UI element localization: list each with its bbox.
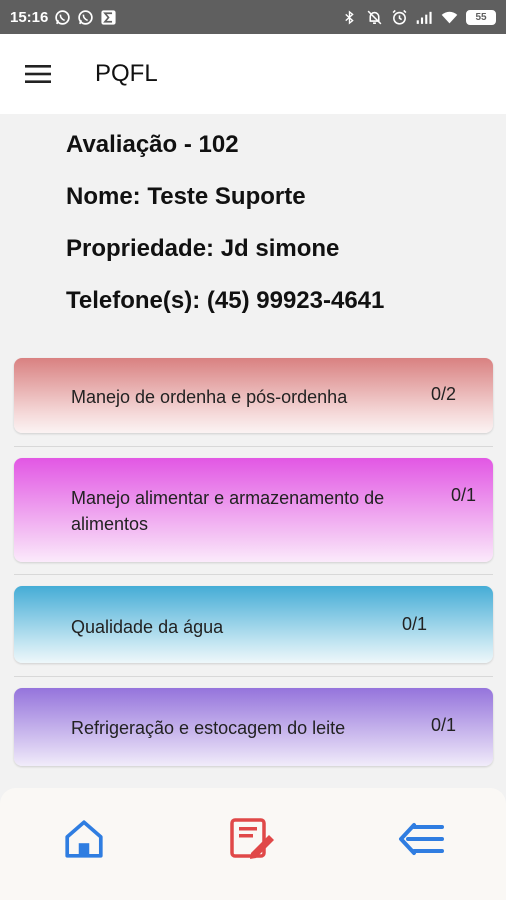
battery-icon: 55 xyxy=(466,9,496,25)
back-menu-icon xyxy=(398,823,444,855)
status-time: 15:16 xyxy=(10,8,49,26)
mute-icon xyxy=(366,9,383,26)
divider xyxy=(14,574,493,575)
category-card-milking[interactable]: Manejo de ordenha e pós-ordenha 0/2 xyxy=(14,358,493,433)
category-card-feeding[interactable]: Manejo alimentar e armazenamento de alim… xyxy=(14,458,493,562)
menu-button[interactable] xyxy=(0,34,75,114)
wifi-icon xyxy=(441,9,458,26)
whatsapp-icon xyxy=(77,9,94,26)
menu-icon xyxy=(24,65,51,83)
category-label: Refrigeração e estocagem do leite xyxy=(71,718,346,738)
category-card-refrigeration[interactable]: Refrigeração e estocagem do leite 0/1 xyxy=(14,688,493,766)
divider xyxy=(14,446,493,447)
signal-icon xyxy=(416,9,433,26)
edit-document-icon xyxy=(230,818,274,859)
category-label: Manejo alimentar e armazenamento de alim… xyxy=(71,488,385,534)
property-name: Propriedade: Jd simone xyxy=(66,235,340,262)
bottom-navigation xyxy=(0,788,506,900)
edit-evaluation-button[interactable] xyxy=(223,809,283,869)
app-bar: PQFL xyxy=(0,34,506,114)
category-label: Qualidade da água xyxy=(71,617,224,637)
evaluation-title: Avaliação - 102 xyxy=(66,131,239,158)
category-count: 0/1 xyxy=(402,614,428,634)
divider xyxy=(14,676,493,677)
client-name: Nome: Teste Suporte xyxy=(66,183,306,210)
category-count: 0/1 xyxy=(451,485,477,505)
home-icon xyxy=(65,820,103,858)
category-count: 0/1 xyxy=(431,715,457,735)
app-title: PQFL xyxy=(95,60,158,87)
category-count: 0/2 xyxy=(431,384,457,404)
status-bar: 15:16 55 xyxy=(0,0,506,34)
bluetooth-icon xyxy=(341,9,358,26)
category-card-water-quality[interactable]: Qualidade da água 0/1 xyxy=(14,586,493,663)
back-button[interactable] xyxy=(392,809,452,869)
evaluation-info: Avaliação - 102 Nome: Teste Suporte Prop… xyxy=(66,128,384,336)
alarm-icon xyxy=(391,9,408,26)
phone-number: Telefone(s): (45) 99923-4641 xyxy=(66,287,385,314)
whatsapp-icon xyxy=(54,9,71,26)
home-button[interactable] xyxy=(54,809,114,869)
sigma-icon xyxy=(100,9,117,26)
category-label: Manejo de ordenha e pós-ordenha xyxy=(71,387,348,407)
